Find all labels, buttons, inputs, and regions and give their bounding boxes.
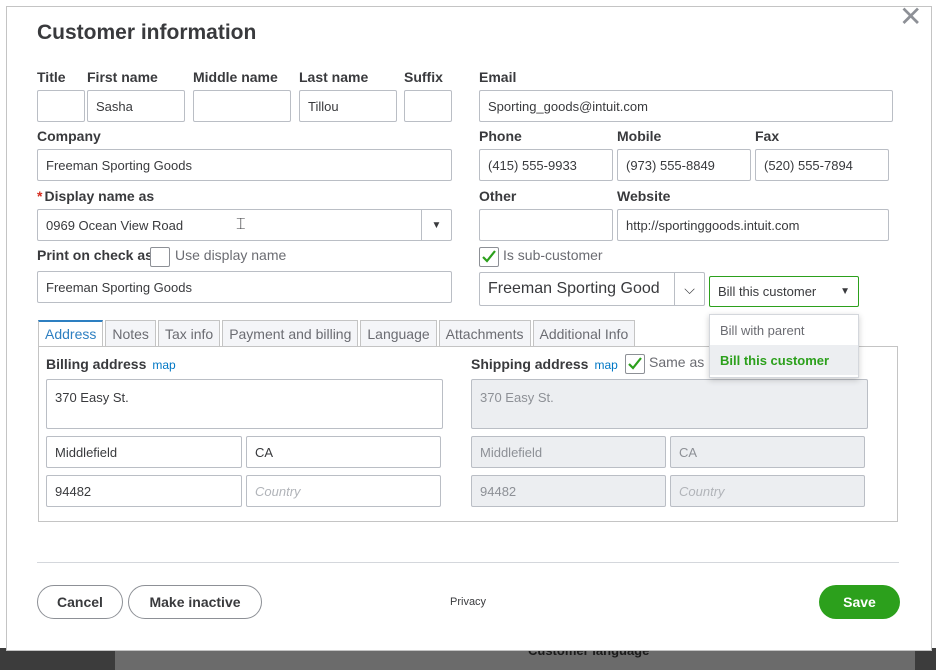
footer-divider — [37, 562, 899, 563]
bill-options-menu: Bill with parent Bill this customer — [709, 314, 859, 378]
middle-name-label: Middle name — [193, 69, 278, 85]
bill-customer-value: Bill this customer — [718, 284, 817, 299]
tab-notes[interactable]: Notes — [105, 320, 156, 347]
dialog-title: Customer information — [37, 21, 257, 44]
check-icon — [482, 250, 496, 263]
tab-tax-info[interactable]: Tax info — [157, 320, 221, 347]
shipping-country-input[interactable]: Country — [670, 475, 865, 507]
title-label: Title — [37, 69, 66, 85]
display-name-label-text: Display name as — [44, 188, 155, 204]
company-label: Company — [37, 128, 101, 144]
display-name-select[interactable]: 0969 Ocean View Road ⌶ ▼ — [37, 209, 452, 241]
last-name-input[interactable]: Tillou — [299, 90, 397, 122]
billing-address-label-text: Billing address — [46, 356, 147, 372]
save-button[interactable]: Save — [819, 585, 900, 619]
first-name-label: First name — [87, 69, 158, 85]
sub-customer-label: Is sub-customer — [503, 247, 603, 263]
tab-language[interactable]: Language — [360, 320, 437, 347]
print-on-check-input[interactable]: Freeman Sporting Goods — [37, 271, 452, 303]
mobile-input[interactable]: (973) 555-8849 — [617, 149, 751, 181]
email-label: Email — [479, 69, 517, 85]
tab-address[interactable]: Address — [38, 320, 104, 347]
other-input[interactable] — [479, 209, 613, 241]
email-input[interactable]: Sporting_goods@intuit.com — [479, 90, 893, 122]
make-inactive-button[interactable]: Make inactive — [128, 585, 262, 619]
billing-address-label: Billing address map — [46, 356, 176, 372]
billing-city-input[interactable]: Middlefield — [46, 436, 242, 468]
billing-country-input[interactable]: Country — [246, 475, 441, 507]
background-bar — [115, 648, 915, 670]
parent-customer-value: Freeman Sporting Good — [488, 280, 660, 297]
privacy-link[interactable]: Privacy — [450, 596, 486, 608]
suffix-input[interactable] — [404, 90, 452, 122]
billing-street-input[interactable]: 370 Easy St. — [46, 379, 443, 429]
check-icon — [628, 357, 642, 370]
caret-down-icon[interactable]: ▼ — [421, 210, 451, 240]
mobile-label: Mobile — [617, 128, 662, 144]
required-mark: * — [37, 188, 43, 204]
first-name-input[interactable]: Sasha — [87, 90, 185, 122]
tab-bar: Address Notes Tax info Payment and billi… — [38, 320, 637, 347]
display-name-label: * Display name as — [37, 188, 154, 204]
middle-name-input[interactable] — [193, 90, 291, 122]
suffix-label: Suffix — [404, 69, 443, 85]
shipping-street-input[interactable]: 370 Easy St. — [471, 379, 868, 429]
title-input[interactable] — [37, 90, 85, 122]
same-as-billing-checkbox[interactable] — [625, 354, 645, 374]
print-on-check-label: Print on check as — [37, 247, 153, 263]
billing-state-input[interactable]: CA — [246, 436, 441, 468]
tab-attachments[interactable]: Attachments — [438, 320, 531, 347]
fax-input[interactable]: (520) 555-7894 — [755, 149, 889, 181]
same-as-label: Same as — [649, 354, 705, 370]
shipping-zip-input[interactable]: 94482 — [471, 475, 666, 507]
bill-customer-select[interactable]: Bill this customer ▼ — [709, 276, 859, 307]
website-label: Website — [617, 188, 671, 204]
phone-label: Phone — [479, 128, 522, 144]
caret-down-icon: ▼ — [840, 286, 850, 297]
phone-input[interactable]: (415) 555-9933 — [479, 149, 613, 181]
shipping-address-label-text: Shipping address — [471, 356, 589, 372]
cancel-button[interactable]: Cancel — [37, 585, 123, 619]
use-display-name-label: Use display name — [175, 247, 287, 263]
parent-customer-select[interactable]: Freeman Sporting Good ⌵ — [479, 272, 705, 306]
customer-information-dialog: Customer information ✕ Title First name … — [6, 3, 932, 651]
close-icon[interactable]: ✕ — [899, 3, 922, 31]
use-display-name-checkbox[interactable] — [150, 247, 170, 267]
company-input[interactable]: Freeman Sporting Goods — [37, 149, 452, 181]
menu-item-bill-this-customer[interactable]: Bill this customer — [710, 345, 858, 375]
chevron-down-icon[interactable]: ⌵ — [674, 273, 704, 305]
menu-item-bill-with-parent[interactable]: Bill with parent — [710, 315, 858, 345]
shipping-city-input[interactable]: Middlefield — [471, 436, 666, 468]
display-name-value: 0969 Ocean View Road — [46, 217, 184, 233]
shipping-address-label: Shipping address map — [471, 356, 618, 372]
billing-zip-input[interactable]: 94482 — [46, 475, 242, 507]
tab-payment-billing[interactable]: Payment and billing — [222, 320, 359, 347]
text-cursor-icon: ⌶ — [236, 216, 246, 233]
shipping-map-link[interactable]: map — [594, 358, 617, 372]
tab-additional-info[interactable]: Additional Info — [532, 320, 636, 347]
sub-customer-checkbox[interactable] — [479, 247, 499, 267]
billing-map-link[interactable]: map — [152, 358, 175, 372]
website-input[interactable]: http://sportinggoods.intuit.com — [617, 209, 889, 241]
fax-label: Fax — [755, 128, 780, 144]
other-label: Other — [479, 188, 517, 204]
last-name-label: Last name — [299, 69, 369, 85]
shipping-state-input[interactable]: CA — [670, 436, 865, 468]
